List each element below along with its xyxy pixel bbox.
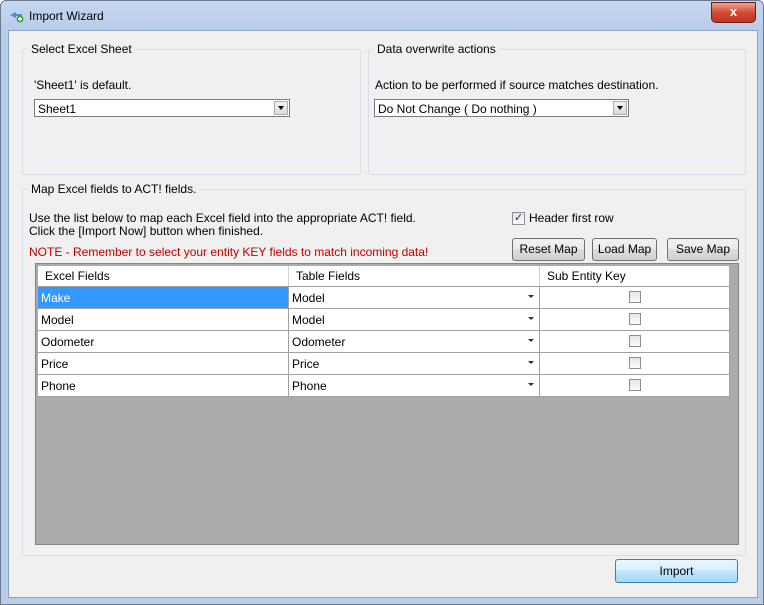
overwrite-action-select[interactable]: Do Not Change ( Do nothing ) [374,99,629,117]
sub-entity-key-checkbox[interactable] [629,357,641,369]
field-mapping-grid[interactable]: Excel Fields Table Fields Sub Entity Key… [35,263,739,545]
column-header-table-fields[interactable]: Table Fields [288,266,540,287]
sub-entity-key-cell [539,308,730,331]
table-row: Make Model [38,286,730,309]
excel-field-cell[interactable]: Model [38,308,289,331]
chevron-down-icon[interactable] [274,101,288,115]
sub-entity-key-cell [539,330,730,353]
close-icon: x [729,4,738,19]
excel-field-cell[interactable]: Make [38,286,289,309]
title-bar: Import Wizard x [1,1,763,31]
sub-entity-key-cell [539,352,730,375]
column-header-excel-fields[interactable]: Excel Fields [38,266,289,287]
sub-entity-key-cell [539,286,730,309]
table-row: Price Price [38,352,730,375]
grid-header-row: Excel Fields Table Fields Sub Entity Key [38,266,729,287]
overwrite-actions-group: Data overwrite actions Action to be perf… [368,42,746,175]
chevron-down-icon[interactable] [528,383,534,386]
map-instruction-1: Use the list below to map each Excel fie… [29,211,416,225]
table-field-cell[interactable]: Odometer [288,330,540,353]
table-row: Phone Phone [38,374,730,397]
sheet-select-value: Sheet1 [38,102,77,116]
table-row: Odometer Odometer [38,330,730,353]
sub-entity-key-checkbox[interactable] [629,335,641,347]
entity-key-note: NOTE - Remember to select your entity KE… [29,245,429,259]
map-instruction-2: Click the [Import Now] button when finis… [29,224,264,238]
table-field-value: Phone [292,378,327,393]
chevron-down-icon[interactable] [528,295,534,298]
table-field-cell[interactable]: Price [288,352,540,375]
excel-field-value: Price [41,356,69,371]
table-field-cell[interactable]: Model [288,308,540,331]
overwrite-action-value: Do Not Change ( Do nothing ) [378,102,537,116]
overwrite-hint: Action to be performed if source matches… [375,78,659,92]
sub-entity-key-cell [539,374,730,397]
sub-entity-key-checkbox[interactable] [629,291,641,303]
table-field-value: Odometer [292,334,346,349]
overwrite-actions-legend: Data overwrite actions [377,42,496,56]
select-sheet-legend: Select Excel Sheet [31,42,132,56]
excel-field-cell[interactable]: Odometer [38,330,289,353]
window-title: Import Wizard [29,9,104,23]
header-first-row-checkbox[interactable] [512,211,525,225]
excel-field-value: Model [41,312,74,327]
excel-field-value: Phone [41,378,76,393]
import-wizard-icon [9,9,25,23]
table-field-value: Model [292,290,325,305]
sub-entity-key-checkbox[interactable] [629,379,641,391]
load-map-button[interactable]: Load Map [592,238,657,261]
excel-field-cell[interactable]: Phone [38,374,289,397]
table-field-cell[interactable]: Phone [288,374,540,397]
chevron-down-icon[interactable] [528,317,534,320]
excel-field-cell[interactable]: Price [38,352,289,375]
excel-field-value: Odometer [41,334,95,349]
column-header-sub-entity-key[interactable]: Sub Entity Key [539,266,729,287]
table-field-cell[interactable]: Model [288,286,540,309]
sheet-default-hint: 'Sheet1' is default. [34,78,132,92]
sub-entity-key-checkbox[interactable] [629,313,641,325]
map-fields-legend: Map Excel fields to ACT! fields. [31,182,197,196]
select-sheet-group: Select Excel Sheet 'Sheet1' is default. … [22,42,361,175]
dialog-body: Select Excel Sheet 'Sheet1' is default. … [8,30,758,598]
reset-map-button[interactable]: Reset Map [512,238,585,261]
mapping-table: Excel Fields Table Fields Sub Entity Key… [38,266,730,397]
chevron-down-icon[interactable] [528,361,534,364]
chevron-down-icon[interactable] [613,101,627,115]
save-map-button[interactable]: Save Map [667,238,739,261]
close-button[interactable]: x [711,2,756,23]
table-row: Model Model [38,308,730,331]
sheet-select[interactable]: Sheet1 [34,99,290,117]
table-field-value: Price [292,356,320,371]
header-first-row-label: Header first row [529,211,614,225]
chevron-down-icon[interactable] [528,339,534,342]
excel-field-value: Make [41,290,71,305]
import-button[interactable]: Import [615,559,738,583]
import-wizard-window: Import Wizard x Select Excel Sheet 'Shee… [0,0,764,605]
table-field-value: Model [292,312,325,327]
